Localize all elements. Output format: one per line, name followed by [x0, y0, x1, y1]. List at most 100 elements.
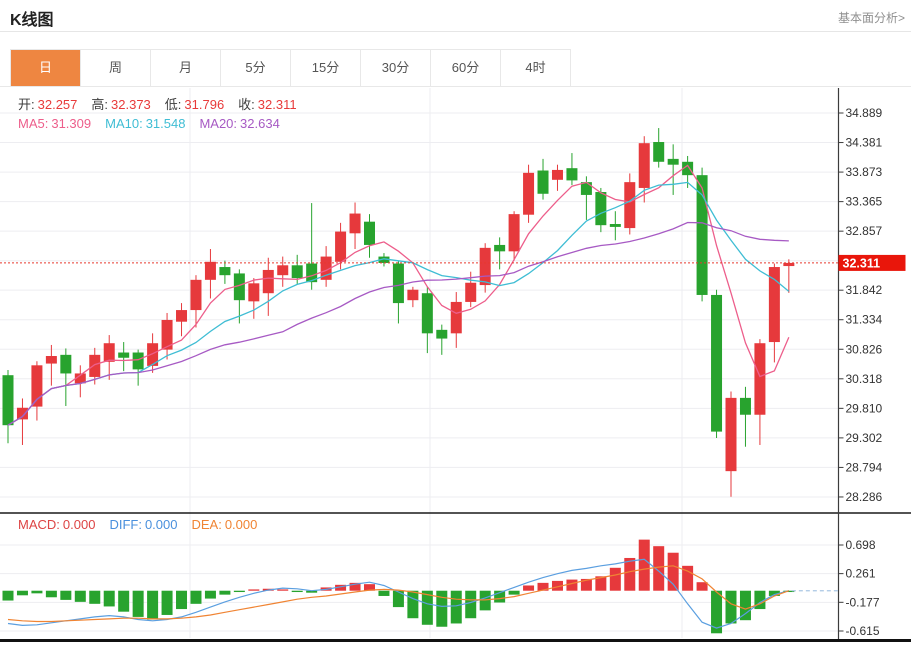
macd-bar — [104, 591, 115, 607]
y-axis-label: 33.873 — [846, 165, 883, 179]
macd-bar — [277, 589, 288, 590]
candle — [205, 249, 216, 298]
legend-value: 0.000 — [63, 517, 96, 532]
candle — [263, 258, 274, 316]
ma20-line — [8, 223, 789, 426]
legend-value: 32.373 — [111, 97, 151, 112]
candle — [769, 264, 780, 363]
macd-bar — [639, 540, 650, 591]
kline-page: K线图 基本面分析> 日周月5分15分30分60分4时 34.88934.381… — [0, 0, 911, 645]
y-axis-label: 34.889 — [846, 106, 883, 120]
macd-bar — [610, 568, 621, 591]
candle — [726, 391, 737, 496]
macd-bar — [248, 589, 259, 590]
macd-bar — [31, 591, 42, 594]
macd-bar — [60, 591, 71, 600]
legend-label: 高: — [91, 97, 108, 112]
legend-value: 31.796 — [184, 97, 224, 112]
macd-bar — [162, 591, 173, 615]
legend-label: MA10: — [105, 116, 143, 131]
candle — [624, 173, 635, 234]
candle — [75, 365, 86, 397]
candle — [234, 269, 245, 323]
current-price-label: 32.311 — [843, 256, 881, 270]
y-axis-label: 33.365 — [846, 195, 883, 209]
y-axis-label: 34.381 — [846, 136, 883, 150]
y-axis-label: 28.794 — [846, 460, 883, 474]
macd-bar — [17, 591, 28, 596]
candle — [364, 214, 375, 258]
candle — [60, 348, 71, 406]
y-axis-label: 29.810 — [846, 401, 883, 415]
macd-bar — [292, 591, 303, 592]
macd-bar — [75, 591, 86, 602]
y-axis-label: -0.615 — [846, 624, 880, 638]
candle — [104, 335, 115, 380]
legend-label: 低: — [165, 97, 182, 112]
candle — [523, 165, 534, 223]
legend-value: 32.634 — [240, 116, 280, 131]
macd-bar — [726, 591, 737, 624]
candle — [480, 243, 491, 292]
y-axis-label: 30.318 — [846, 372, 883, 386]
legend-value: 31.548 — [146, 116, 186, 131]
macd-legend: MACD:0.000DIFF:0.000DEA:0.000 — [18, 517, 271, 532]
legend-value: 32.257 — [38, 97, 78, 112]
candle — [176, 303, 187, 336]
macd-bar — [378, 591, 389, 596]
macd-bar — [147, 591, 158, 620]
y-axis-label: 31.334 — [846, 313, 883, 327]
candle — [754, 339, 765, 445]
candle — [162, 313, 173, 360]
macd-bar — [480, 591, 491, 611]
candle — [610, 211, 621, 240]
legend-label: 收: — [238, 97, 255, 112]
macd-bar — [697, 582, 708, 591]
macd-bar — [234, 591, 245, 592]
macd-bar — [133, 591, 144, 617]
macd-bar — [190, 591, 201, 604]
macd-bar — [46, 591, 57, 598]
candle — [3, 370, 14, 443]
candle — [653, 128, 664, 168]
legend-label: DIFF: — [109, 517, 142, 532]
y-axis-label: 28.286 — [846, 490, 883, 504]
legend-label: MA5: — [18, 116, 48, 131]
macd-bar — [89, 591, 100, 604]
y-axis-label: 0.261 — [846, 567, 876, 581]
candle — [538, 159, 549, 200]
candle — [494, 237, 505, 269]
legend-value: 0.000 — [145, 517, 178, 532]
y-axis-label: 29.302 — [846, 431, 883, 445]
candle — [31, 361, 42, 420]
macd-bar — [176, 591, 187, 609]
ma-legend: MA5:31.309MA10:31.548MA20:32.634 — [18, 116, 294, 131]
candle — [321, 246, 332, 287]
y-axis-label: 31.842 — [846, 283, 883, 297]
macd-bar — [118, 591, 129, 612]
legend-label: 开: — [18, 97, 35, 112]
candle — [248, 278, 259, 319]
legend-label: DEA: — [191, 517, 221, 532]
macd-bar — [465, 591, 476, 619]
macd-bar — [566, 580, 577, 591]
candle — [711, 290, 722, 438]
legend-value: 31.309 — [51, 116, 91, 131]
macd-bar — [624, 558, 635, 591]
y-axis-label: 0.698 — [846, 538, 876, 552]
legend-value: 32.311 — [258, 97, 297, 112]
legend-label: MACD: — [18, 517, 60, 532]
macd-bar — [451, 591, 462, 624]
macd-bar — [219, 591, 230, 595]
macd-bar — [205, 591, 216, 599]
candle — [133, 350, 144, 386]
y-axis-label: 30.826 — [846, 342, 883, 356]
candle — [436, 325, 447, 355]
candle — [422, 287, 433, 353]
candle — [350, 202, 361, 249]
candle — [451, 292, 462, 348]
macd-bar — [523, 585, 534, 590]
macd-bar — [407, 591, 418, 619]
y-axis-label: -0.177 — [846, 595, 880, 609]
candle — [552, 165, 563, 191]
